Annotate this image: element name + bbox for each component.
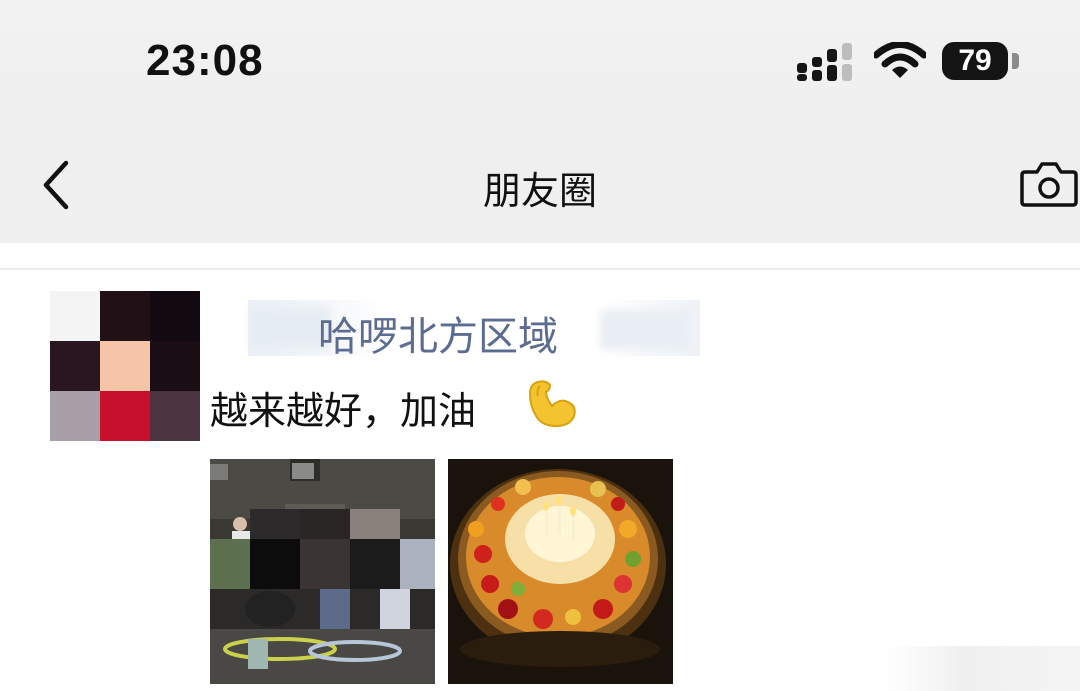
post-photo-group[interactable] [210, 459, 435, 684]
header-divider [0, 268, 1080, 270]
username-redaction-right [600, 310, 690, 350]
post-username[interactable]: 哈啰北方区域 [318, 304, 558, 362]
avatar[interactable] [50, 291, 200, 441]
battery-icon: 79 [942, 42, 1008, 80]
camera-icon[interactable] [1020, 160, 1078, 208]
status-time: 23:08 [146, 36, 264, 85]
wifi-icon [874, 42, 926, 78]
battery-cap [1012, 53, 1019, 69]
post-text: 越来越好，加油 [210, 389, 477, 433]
page-title: 朋友圈 [482, 169, 597, 213]
signal-icon [797, 43, 852, 81]
flexed-biceps-emoji [528, 380, 576, 428]
post-photo-cake[interactable] [448, 459, 673, 684]
watermark-fade [885, 646, 1080, 691]
